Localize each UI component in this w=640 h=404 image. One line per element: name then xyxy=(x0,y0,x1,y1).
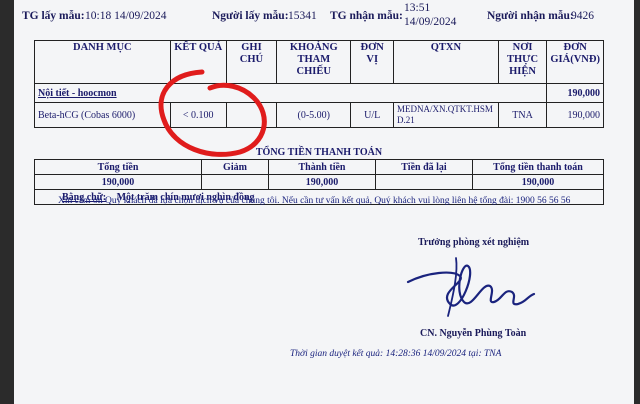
collector-label: Người lấy mẫu: xyxy=(212,10,289,22)
col-qtxn: QTXN xyxy=(393,40,499,84)
receive-time-1: 13:51 xyxy=(404,2,431,14)
col-price: ĐƠN GIÁ(VNĐ) xyxy=(546,40,604,84)
test-qtxn: MEDNA/XN.QTKT.HSMD.21 xyxy=(393,102,499,128)
signature-name: CN. Nguyễn Phùng Toàn xyxy=(420,328,527,339)
test-note xyxy=(225,102,278,128)
group-price: 190,000 xyxy=(546,83,604,103)
pay-remaining xyxy=(375,174,473,190)
test-range: (0-5.00) xyxy=(276,102,352,128)
approval-time: Thời gian duyệt kết quả: 14:28:36 14/09/… xyxy=(290,349,502,359)
test-result: < 0.100 xyxy=(169,102,227,128)
pay-grand: 190,000 xyxy=(472,174,604,190)
pay-total: 190,000 xyxy=(34,174,202,190)
pay-col-remaining: Tiền đã lại xyxy=(375,159,473,175)
test-price: 190,000 xyxy=(546,102,604,128)
receiver-label: Người nhận mẫu: xyxy=(487,10,574,22)
group-name: Nội tiết - hoocmon xyxy=(33,83,548,103)
receiver: 9426 xyxy=(571,10,594,22)
test-unit: U/L xyxy=(350,102,395,128)
test-place: TNA xyxy=(497,102,548,128)
pay-amount: 190,000 xyxy=(268,174,376,190)
col-place: NƠI THỰC HIỆN xyxy=(497,40,548,84)
pay-col-amount: Thành tiền xyxy=(268,159,376,175)
payment-title: TỔNG TIỀN THANH TOÁN xyxy=(34,145,604,160)
receive-time-label: TG nhận mẫu: xyxy=(330,10,403,22)
payment-value-row: 190,000 190,000 190,000 xyxy=(34,174,604,190)
pay-col-grand: Tổng tiền thanh toán xyxy=(472,159,604,175)
payment-header-row: Tổng tiền Giảm Thành tiền Tiền đã lại Tổ… xyxy=(34,159,604,175)
receive-time-2: 14/09/2024 xyxy=(404,16,457,28)
pay-col-discount: Giảm xyxy=(201,159,269,175)
results-table: DANH MỤC KẾT QUẢ GHI CHÚ KHOẢNG THAM CHI… xyxy=(33,40,604,128)
results-header-row: DANH MỤC KẾT QUẢ GHI CHÚ KHOẢNG THAM CHI… xyxy=(34,40,604,84)
signature-title: Trưởng phòng xét nghiệm xyxy=(418,237,530,248)
col-range: KHOẢNG THAM CHIẾU xyxy=(276,40,352,84)
col-note: GHI CHÚ xyxy=(225,40,278,84)
col-unit: ĐƠN VỊ xyxy=(350,40,395,84)
handwritten-signature xyxy=(406,257,536,317)
group-row: Nội tiết - hoocmon 190,000 xyxy=(33,83,604,103)
collector: 15341 xyxy=(288,10,317,22)
col-category: DANH MỤC xyxy=(34,40,171,84)
payment-title-row: TỔNG TIỀN THANH TOÁN xyxy=(34,145,604,160)
collect-time-label: TG lấy mẫu: xyxy=(22,10,85,22)
col-result: KẾT QUẢ xyxy=(169,40,227,84)
thanks-note: Xin cảm ơn Quý khách đã lựa chọn dịch vụ… xyxy=(58,196,571,206)
table-row: Beta-hCG (Cobas 6000) < 0.100 (0-5.00) U… xyxy=(34,102,604,128)
test-name: Beta-hCG (Cobas 6000) xyxy=(34,102,171,128)
collect-time: 10:18 14/09/2024 xyxy=(85,10,167,22)
pay-col-total: Tổng tiền xyxy=(34,159,202,175)
pay-discount xyxy=(201,174,269,190)
